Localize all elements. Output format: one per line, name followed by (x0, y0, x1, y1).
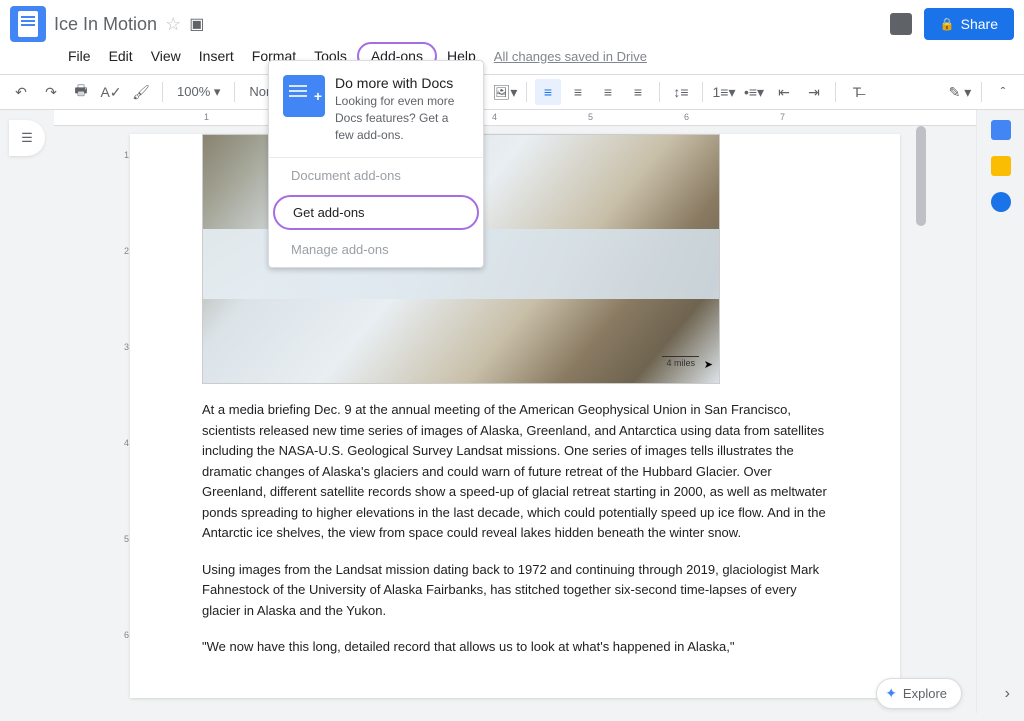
align-left-icon[interactable]: ≡ (535, 79, 561, 105)
undo-icon[interactable]: ↶ (8, 79, 34, 105)
title-bar: Ice In Motion ☆ ▣ 🔒 Share (0, 0, 1024, 42)
explore-button[interactable]: ✦ Explore (876, 678, 962, 709)
menu-view[interactable]: View (143, 44, 189, 68)
addons-hero-title: Do more with Docs (335, 75, 469, 91)
document-title[interactable]: Ice In Motion (54, 14, 157, 35)
toolbar: ↶ ↷ 🖶 A✓ 🖌 100% ▾ Normal text ▾ A ✎ ⧉ 🗨 … (0, 75, 1024, 110)
move-folder-icon[interactable]: ▣ (189, 14, 204, 34)
dropdown-get-addons[interactable]: Get add-ons (273, 195, 479, 230)
share-button[interactable]: 🔒 Share (924, 8, 1014, 40)
body-paragraph-2[interactable]: Using images from the Landsat mission da… (202, 560, 828, 622)
cursor-icon: ➤ (704, 358, 713, 371)
spellcheck-icon[interactable]: A✓ (98, 79, 124, 105)
increase-indent-icon[interactable]: ⇥ (801, 79, 827, 105)
zoom-select[interactable]: 100% ▾ (171, 82, 226, 102)
page[interactable]: 4 miles ➤ At a media briefing Dec. 9 at … (130, 134, 900, 698)
dropdown-manage-addons[interactable]: Manage add-ons (269, 232, 483, 267)
align-right-icon[interactable]: ≡ (595, 79, 621, 105)
explore-label: Explore (903, 686, 947, 701)
body-paragraph-3[interactable]: "We now have this long, detailed record … (202, 637, 828, 658)
menu-edit[interactable]: Edit (101, 44, 141, 68)
menu-insert[interactable]: Insert (191, 44, 242, 68)
keep-icon[interactable] (991, 156, 1011, 176)
docs-app-icon[interactable] (10, 6, 46, 42)
align-center-icon[interactable]: ≡ (565, 79, 591, 105)
dropdown-document-addons[interactable]: Document add-ons (269, 158, 483, 193)
paint-format-icon[interactable]: 🖌 (128, 79, 154, 105)
horizontal-ruler[interactable]: 1 2 3 4 5 6 7 (54, 110, 976, 126)
comments-icon[interactable] (890, 13, 912, 35)
saved-status[interactable]: All changes saved in Drive (494, 49, 647, 64)
clear-formatting-icon[interactable]: T̶ (844, 79, 870, 105)
document-area: 1 2 3 4 5 6 7 1 2 3 4 5 6 4 miles ➤ At a… (54, 110, 976, 713)
align-justify-icon[interactable]: ≡ (625, 79, 651, 105)
addons-hero-icon: + (283, 75, 325, 117)
document-outline-button[interactable]: ☰ (9, 120, 45, 156)
explore-star-icon: ✦ (885, 685, 897, 702)
print-icon[interactable]: 🖶 (68, 79, 94, 105)
star-icon[interactable]: ☆ (165, 14, 181, 35)
body-paragraph-1[interactable]: At a media briefing Dec. 9 at the annual… (202, 400, 828, 544)
menu-bar: File Edit View Insert Format Tools Add-o… (0, 42, 1024, 74)
calendar-icon[interactable] (991, 120, 1011, 140)
bulleted-list-icon[interactable]: •≡▾ (741, 79, 767, 105)
editing-mode-icon[interactable]: ✎ ▾ (947, 79, 973, 105)
collapse-toolbar-icon[interactable]: ˆ (990, 79, 1016, 105)
share-label: Share (961, 16, 998, 32)
right-side-panel (976, 110, 1024, 713)
image-scale-label: 4 miles (662, 356, 699, 369)
side-panel-chevron-icon[interactable]: › (1005, 685, 1010, 703)
numbered-list-icon[interactable]: 1≡▾ (711, 79, 737, 105)
menu-file[interactable]: File (60, 44, 99, 68)
addons-dropdown: + Do more with Docs Looking for even mor… (268, 60, 484, 268)
addons-hero-subtitle: Looking for even more Docs features? Get… (335, 93, 469, 143)
lock-icon: 🔒 (940, 17, 955, 31)
scrollbar-thumb[interactable] (916, 126, 926, 226)
tasks-icon[interactable] (991, 192, 1011, 212)
line-spacing-icon[interactable]: ↕≡ (668, 79, 694, 105)
insert-image-icon[interactable]: 🖼▾ (492, 79, 518, 105)
redo-icon[interactable]: ↷ (38, 79, 64, 105)
decrease-indent-icon[interactable]: ⇤ (771, 79, 797, 105)
left-rail: ☰ (0, 110, 54, 713)
